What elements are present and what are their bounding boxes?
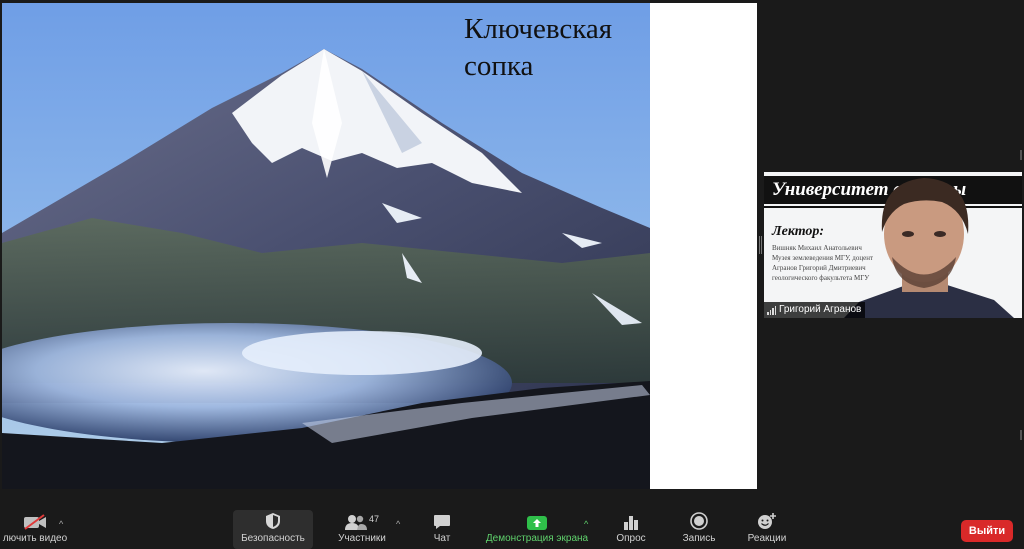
meeting-stage: Ключевская сопка Университет субботы Лек… — [0, 0, 1024, 510]
meeting-toolbar: лючить видео ^ Безопасность 47 Участники… — [0, 510, 1024, 549]
participants-count: 47 — [368, 514, 379, 524]
participants-label: Участники — [338, 533, 386, 544]
record-icon — [690, 510, 708, 532]
security-label: Безопасность — [241, 533, 305, 544]
record-label: Запись — [682, 533, 716, 544]
chat-label: Чат — [433, 533, 451, 544]
poll-button[interactable]: Опрос — [610, 510, 652, 549]
participant-video-tile[interactable]: Университет субботы Лектор: Вишняк Михаи… — [764, 172, 1022, 318]
smiley-plus-icon — [757, 510, 777, 532]
participants-icon-group: 47 — [344, 510, 379, 532]
shared-slide: Ключевская сопка — [2, 3, 757, 489]
reactions-label: Реакции — [747, 533, 787, 544]
participants-options-chevron-icon[interactable]: ^ — [396, 519, 400, 529]
reactions-button[interactable]: Реакции — [742, 510, 792, 549]
slide-title: Ключевская сопка — [464, 13, 613, 82]
video-label: лючить видео — [2, 533, 68, 544]
share-icon-wrap — [527, 510, 547, 532]
start-video-button[interactable]: лючить видео — [0, 510, 70, 549]
panel-resize-handle[interactable] — [759, 236, 762, 254]
scroll-indicator — [1020, 430, 1022, 440]
security-button[interactable]: Безопасность — [233, 510, 313, 549]
participant-name: Григорий Агранов — [779, 304, 862, 315]
participants-button[interactable]: 47 Участники — [330, 510, 394, 549]
signal-icon — [767, 305, 776, 315]
participant-video — [844, 178, 1014, 318]
background-lecturer-label: Лектор: — [772, 224, 825, 239]
leave-button[interactable]: Выйти — [961, 520, 1013, 542]
video-options-chevron-icon[interactable]: ^ — [59, 519, 63, 529]
poll-label: Опрос — [616, 533, 646, 544]
record-button[interactable]: Запись — [676, 510, 722, 549]
share-screen-button[interactable]: Демонстрация экрана — [478, 510, 596, 549]
scroll-indicator — [1020, 150, 1022, 160]
share-screen-label: Демонстрация экрана — [485, 533, 589, 544]
chat-button[interactable]: Чат — [420, 510, 464, 549]
video-off-icon — [22, 510, 48, 532]
shield-icon — [265, 510, 281, 532]
share-arrow-icon — [527, 516, 547, 530]
share-options-chevron-icon[interactable]: ^ — [584, 519, 588, 529]
participant-name-tag: Григорий Агранов — [764, 302, 866, 318]
people-icon — [344, 515, 367, 530]
poll-bars-icon — [623, 510, 639, 532]
chat-bubble-icon — [433, 510, 451, 532]
